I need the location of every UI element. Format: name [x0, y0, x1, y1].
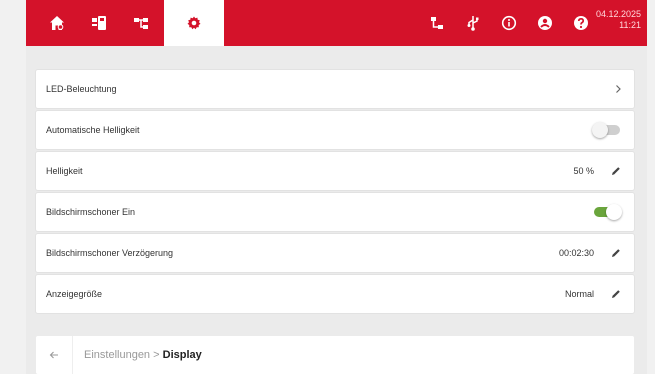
setting-row-auto-brightness: Automatische Helligkeit — [36, 111, 634, 149]
breadcrumb-current: Display — [162, 349, 202, 361]
breadcrumb: Einstellungen > Display — [84, 336, 202, 374]
gear-icon — [187, 16, 201, 30]
nav-home-button[interactable] — [38, 0, 76, 46]
breadcrumb-separator: > — [153, 349, 160, 361]
nav-device-button[interactable] — [80, 0, 118, 46]
nav-lan-button[interactable] — [418, 0, 456, 46]
device-icon — [92, 16, 106, 30]
breadcrumb-bar: Einstellungen > Display — [36, 336, 634, 374]
top-navigation-bar: 04.12.2025 11:21 — [26, 0, 647, 46]
back-button[interactable] — [36, 336, 73, 374]
lan-icon — [431, 17, 443, 29]
pencil-icon[interactable] — [610, 165, 622, 177]
nav-info-button[interactable] — [490, 0, 528, 46]
home-icon — [50, 16, 64, 30]
setting-value: 50 % — [573, 166, 594, 176]
network-icon — [134, 18, 148, 29]
pencil-icon[interactable] — [610, 247, 622, 259]
pencil-icon[interactable] — [610, 288, 622, 300]
setting-value: 00:02:30 — [558, 248, 594, 258]
setting-row-display-size[interactable]: Anzeigegröße Normal — [36, 275, 634, 313]
usb-icon — [467, 16, 479, 31]
setting-row-led-lighting[interactable]: LED-Beleuchtung — [36, 70, 634, 108]
date-text: 04.12.2025 — [595, 9, 641, 19]
setting-label: Anzeigegröße — [46, 289, 103, 299]
nav-settings-button[interactable] — [164, 0, 224, 46]
nav-user-button[interactable] — [526, 0, 564, 46]
setting-row-screensaver-delay[interactable]: Bildschirmschoner Verzögerung 00:02:30 — [36, 234, 634, 272]
toggle-knob — [592, 122, 608, 138]
user-icon — [538, 16, 552, 30]
info-icon — [501, 15, 517, 31]
toggle-knob — [606, 204, 622, 220]
screensaver-toggle[interactable] — [592, 204, 622, 220]
display-settings-screen: 04.12.2025 11:21 LED-Beleuchtung Automat… — [26, 0, 647, 374]
nav-usb-button[interactable] — [454, 0, 492, 46]
setting-label: Automatische Helligkeit — [46, 125, 140, 135]
time-text: 11:21 — [619, 20, 641, 30]
setting-value: Normal — [564, 289, 594, 299]
setting-label: LED-Beleuchtung — [46, 84, 117, 94]
chevron-right-icon — [616, 85, 621, 93]
setting-label: Helligkeit — [46, 166, 83, 176]
arrow-left-icon — [49, 351, 58, 359]
setting-label: Bildschirmschoner Verzögerung — [46, 248, 174, 258]
setting-row-screensaver-on: Bildschirmschoner Ein — [36, 193, 634, 231]
nav-network-button[interactable] — [122, 0, 160, 46]
auto-brightness-toggle[interactable] — [592, 122, 622, 138]
date-time-display: 04.12.2025 11:21 — [581, 9, 641, 31]
breadcrumb-parent-link[interactable]: Einstellungen — [84, 349, 150, 361]
setting-label: Bildschirmschoner Ein — [46, 207, 136, 217]
setting-row-brightness[interactable]: Helligkeit 50 % — [36, 152, 634, 190]
